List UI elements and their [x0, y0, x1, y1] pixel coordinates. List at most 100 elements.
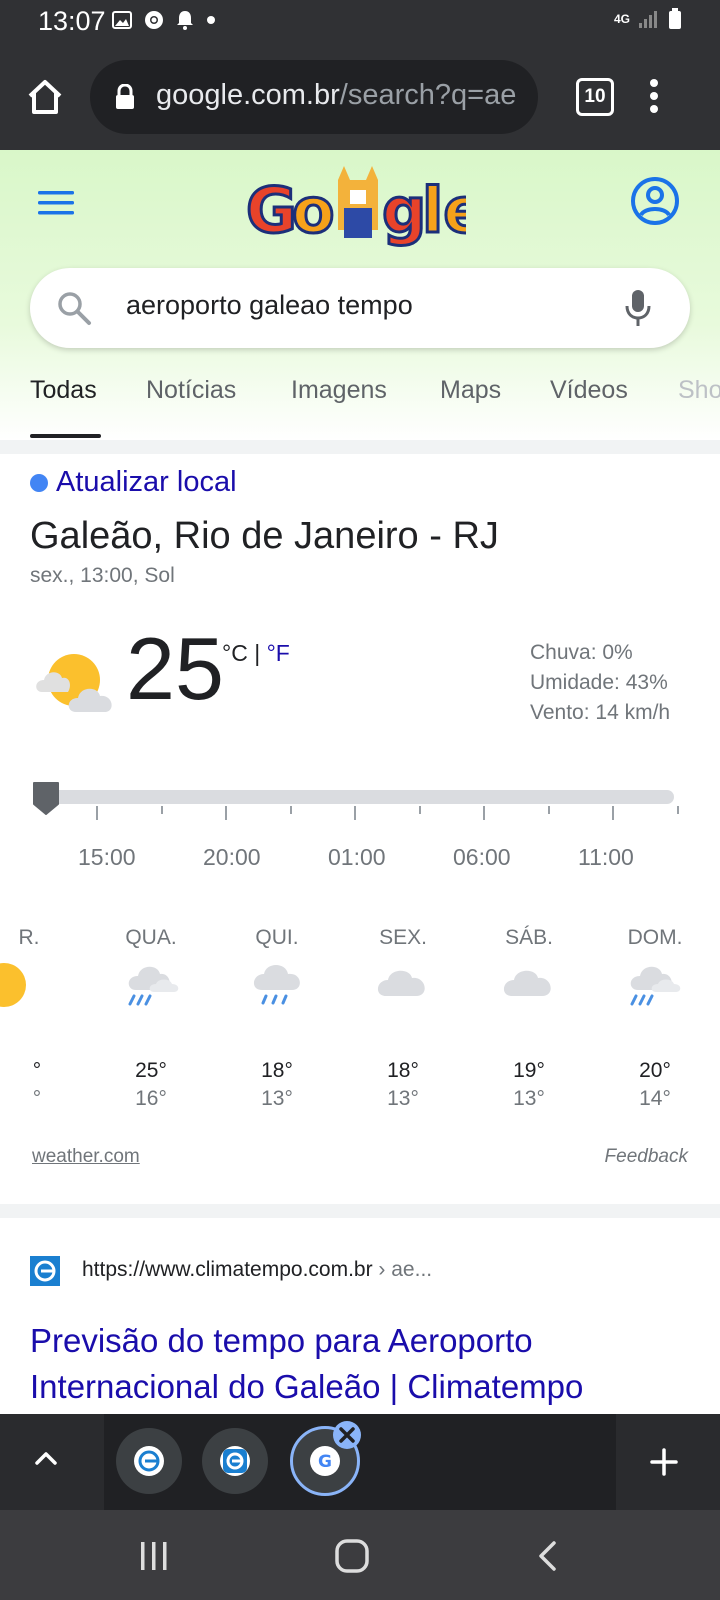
- slider-tick: [160, 806, 163, 814]
- slider-tick: [547, 806, 550, 814]
- tab-strip-tabs: G: [104, 1414, 616, 1510]
- climatempo-tab-icon: [134, 1446, 164, 1476]
- chevron-up-icon[interactable]: [34, 1450, 58, 1466]
- day-label: SEX.: [379, 926, 427, 949]
- signal-icon: [639, 11, 657, 28]
- lock-icon: [116, 84, 134, 109]
- recent-apps-icon[interactable]: [138, 1540, 170, 1572]
- high-temp: 18°: [387, 1059, 419, 1082]
- google-header: G o g le aeroporto galeao tempo Todas No…: [0, 150, 720, 440]
- hour-label: 11:00: [578, 844, 634, 870]
- slider-tick: [676, 806, 679, 814]
- close-tab-icon[interactable]: [332, 1420, 362, 1450]
- cloudy-icon: [503, 970, 551, 996]
- wind-speed: Vento: 14 km/h: [530, 701, 671, 724]
- hour-label: 20:00: [203, 844, 261, 870]
- climatempo-tab-icon: [220, 1446, 250, 1476]
- rain-cloud-sun-icon: [630, 966, 681, 1006]
- rain-cloud-sun-icon: [128, 966, 179, 1006]
- slider-tick: [418, 806, 421, 814]
- low-temp: 13°: [261, 1087, 293, 1110]
- address-bar[interactable]: google.com.br/search?q=ae: [90, 60, 538, 134]
- tab-thumbnail[interactable]: [202, 1428, 268, 1494]
- tab-switcher-button[interactable]: 10: [576, 78, 614, 116]
- tab-noticias[interactable]: Notícias: [146, 376, 236, 405]
- slider-tick: [289, 806, 292, 814]
- climatempo-favicon-icon: [30, 1256, 60, 1286]
- high-temp: °: [32, 1059, 42, 1082]
- hour-label: 01:00: [328, 844, 386, 870]
- rain-cloud-icon: [253, 965, 300, 1005]
- cloudy-icon: [377, 970, 425, 996]
- tab-thumbnail[interactable]: [116, 1428, 182, 1494]
- slider-tick: [225, 806, 227, 820]
- day-label: DOM.: [627, 926, 683, 949]
- daily-forecast[interactable]: R. QUA. QUI. SEX. SÁB. DOM. ° ° 25° 16° …: [0, 900, 720, 1120]
- tab-videos[interactable]: Vídeos: [550, 376, 628, 405]
- update-location-label: Atualizar local: [56, 466, 237, 498]
- slider-tick: [354, 806, 356, 820]
- google-doodle[interactable]: G o g le: [245, 166, 487, 252]
- search-query: aeroporto galeao tempo: [126, 290, 413, 320]
- url-text: google.com.br/search?q=ae: [156, 79, 516, 112]
- hour-label: 06:00: [453, 844, 511, 870]
- status-time: 13:07: [38, 6, 106, 36]
- tab-todas[interactable]: Todas: [30, 376, 97, 405]
- result-url[interactable]: https://www.climatempo.com.br › ae...: [82, 1258, 432, 1282]
- new-tab-plus-icon[interactable]: [650, 1448, 678, 1476]
- tab-imagens[interactable]: Imagens: [291, 376, 387, 405]
- rain-chance: Chuva: 0%: [530, 641, 633, 664]
- partly-cloudy-icon: [36, 654, 112, 712]
- back-icon[interactable]: [536, 1540, 558, 1572]
- doodle-logo: G o g le: [245, 166, 487, 249]
- low-temp: °: [32, 1087, 42, 1110]
- home-icon[interactable]: [26, 78, 64, 116]
- account-avatar-icon[interactable]: [630, 176, 680, 226]
- weather-subtitle: sex., 13:00, Sol: [30, 564, 175, 587]
- battery-icon: [669, 8, 681, 29]
- hourly-slider-track[interactable]: [46, 790, 674, 804]
- hamburger-menu-icon[interactable]: [38, 190, 74, 216]
- update-location-link[interactable]: Atualizar local: [30, 466, 237, 499]
- low-temp: 16°: [135, 1087, 167, 1110]
- unit-toggle: °C | °F: [222, 640, 290, 667]
- result-title-link[interactable]: Previsão do tempo para Aeroporto Interna…: [30, 1318, 710, 1410]
- tab-strip: G: [0, 1414, 720, 1510]
- home-nav-icon[interactable]: [334, 1538, 370, 1574]
- humidity: Umidade: 43%: [530, 671, 668, 694]
- current-temperature: 25: [126, 619, 224, 718]
- svg-text:g: g: [382, 174, 426, 247]
- gallery-icon: [112, 11, 132, 29]
- weather-source-link[interactable]: weather.com: [32, 1146, 140, 1168]
- high-temp: 18°: [261, 1059, 293, 1082]
- tab-shopping[interactable]: Sho: [678, 376, 720, 405]
- microphone-icon[interactable]: [624, 288, 652, 328]
- result-url-crumb: › ae...: [372, 1258, 433, 1281]
- hour-label: 15:00: [78, 844, 136, 870]
- day-label: QUA.: [125, 926, 177, 949]
- day-label: SÁB.: [505, 926, 553, 949]
- slider-tick: [612, 806, 614, 820]
- weather-details: Chuva: 0% Umidade: 43% Vento: 14 km/h: [530, 638, 670, 728]
- slider-tick: [483, 806, 485, 820]
- svg-text:o: o: [292, 174, 335, 247]
- low-temp: 13°: [387, 1087, 419, 1110]
- slider-handle[interactable]: [31, 780, 61, 816]
- url-domain: google.com.br: [156, 79, 340, 111]
- svg-text:le: le: [422, 174, 466, 247]
- svg-text:G: G: [318, 1452, 332, 1472]
- active-tab-indicator: [30, 434, 101, 438]
- tab-maps[interactable]: Maps: [440, 376, 501, 405]
- location-dot-icon: [30, 473, 48, 492]
- unit-fahrenheit[interactable]: °F: [267, 640, 290, 666]
- search-box[interactable]: aeroporto galeao tempo: [30, 268, 690, 348]
- section-divider: [0, 440, 720, 454]
- more-vert-icon[interactable]: [648, 78, 660, 114]
- feedback-link[interactable]: Feedback: [605, 1146, 688, 1168]
- result-url-domain: https://www.climatempo.com.br: [82, 1258, 373, 1281]
- android-nav-bar: [0, 1510, 720, 1600]
- dot-icon: [207, 16, 215, 24]
- day-label: R.: [18, 926, 40, 949]
- unit-celsius[interactable]: °C: [222, 640, 248, 666]
- search-tabs: Todas Notícias Imagens Maps Vídeos Sho: [0, 372, 720, 438]
